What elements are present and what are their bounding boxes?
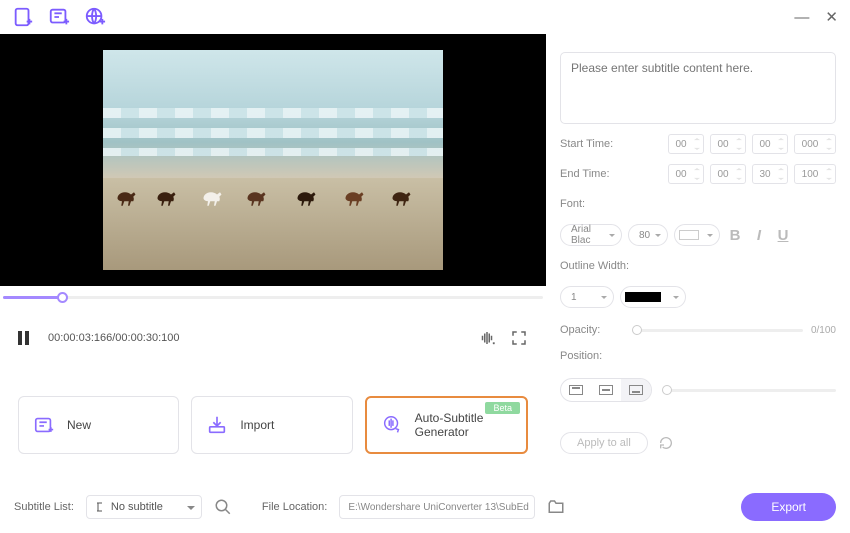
end-time-label: End Time: bbox=[560, 168, 624, 180]
font-size-select[interactable]: 80 bbox=[628, 224, 668, 246]
end-time-row: End Time: 00 00 30 100 bbox=[560, 164, 836, 184]
italic-button[interactable]: I bbox=[750, 226, 768, 244]
auto-subtitle-label: Auto-Subtitle Generator bbox=[415, 411, 512, 439]
file-location-label: File Location: bbox=[262, 501, 327, 513]
apply-row: Apply to all bbox=[560, 432, 836, 454]
start-ss[interactable]: 00 bbox=[752, 134, 788, 154]
close-button[interactable]: ✕ bbox=[825, 10, 838, 25]
timeline[interactable] bbox=[0, 286, 546, 322]
outline-label: Outline Width: bbox=[560, 260, 836, 272]
titlebar: — ✕ bbox=[0, 0, 850, 34]
font-color-select[interactable] bbox=[674, 224, 720, 246]
main: 00:00:03:166/00:00:30:100 New Import Bet… bbox=[0, 34, 850, 480]
auto-subtitle-icon bbox=[381, 414, 403, 436]
start-mm[interactable]: 00 bbox=[710, 134, 746, 154]
new-icon bbox=[33, 414, 55, 436]
player-controls: 00:00:03:166/00:00:30:100 bbox=[0, 322, 546, 354]
add-web-icon[interactable] bbox=[84, 6, 106, 28]
footer: Subtitle List: No subtitle File Location… bbox=[0, 481, 850, 533]
position-slider[interactable] bbox=[662, 389, 836, 392]
opacity-label: Opacity: bbox=[560, 324, 624, 336]
position-group bbox=[560, 378, 652, 402]
bold-button[interactable]: B bbox=[726, 226, 744, 244]
position-bottom[interactable] bbox=[621, 379, 651, 401]
pause-button[interactable] bbox=[18, 331, 32, 345]
new-card[interactable]: New bbox=[18, 396, 179, 454]
opacity-row: Opacity: 0/100 bbox=[560, 324, 836, 336]
fullscreen-icon[interactable] bbox=[510, 329, 528, 347]
file-location-value[interactable]: E:\Wondershare UniConverter 13\SubEd bbox=[339, 495, 535, 519]
import-label: Import bbox=[240, 418, 274, 432]
position-middle[interactable] bbox=[591, 379, 621, 401]
add-file-icon[interactable] bbox=[12, 6, 34, 28]
folder-icon[interactable] bbox=[547, 498, 565, 516]
search-icon[interactable] bbox=[214, 498, 232, 516]
subtitle-list-label: Subtitle List: bbox=[14, 501, 74, 513]
subtitle-input[interactable] bbox=[560, 52, 836, 124]
subtitle-list-value: No subtitle bbox=[111, 501, 163, 513]
action-cards: New Import Beta Auto-Subtitle Generator bbox=[0, 354, 546, 454]
time-display: 00:00:03:166/00:00:30:100 bbox=[48, 332, 180, 344]
outline-color-select[interactable] bbox=[620, 286, 686, 308]
subtitle-list-select[interactable]: No subtitle bbox=[86, 495, 202, 519]
waveform-icon[interactable] bbox=[478, 329, 496, 347]
apply-all-button[interactable]: Apply to all bbox=[560, 432, 648, 454]
end-hh[interactable]: 00 bbox=[668, 164, 704, 184]
font-row: Arial Blac 80 B I U bbox=[560, 224, 836, 246]
start-time-row: Start Time: 00 00 00 000 bbox=[560, 134, 836, 154]
end-mm[interactable]: 00 bbox=[710, 164, 746, 184]
outline-row: 1 bbox=[560, 286, 836, 308]
timeline-handle[interactable] bbox=[57, 292, 68, 303]
video-frame bbox=[103, 50, 443, 270]
video-preview[interactable] bbox=[0, 34, 546, 286]
position-top[interactable] bbox=[561, 379, 591, 401]
start-ms[interactable]: 000 bbox=[794, 134, 836, 154]
outline-width-select[interactable]: 1 bbox=[560, 286, 614, 308]
titlebar-tools bbox=[12, 6, 106, 28]
opacity-value: 0/100 bbox=[811, 325, 836, 336]
right-pane: Start Time: 00 00 00 000 End Time: 00 00… bbox=[546, 34, 850, 480]
start-time-label: Start Time: bbox=[560, 138, 624, 150]
window-controls: — ✕ bbox=[794, 10, 838, 25]
end-ss[interactable]: 30 bbox=[752, 164, 788, 184]
underline-button[interactable]: U bbox=[774, 226, 792, 244]
add-text-icon[interactable] bbox=[48, 6, 70, 28]
font-label: Font: bbox=[560, 198, 836, 210]
minimize-button[interactable]: — bbox=[794, 10, 809, 25]
timeline-progress bbox=[3, 296, 61, 299]
font-family-select[interactable]: Arial Blac bbox=[560, 224, 622, 246]
auto-subtitle-card[interactable]: Beta Auto-Subtitle Generator bbox=[365, 396, 528, 454]
end-ms[interactable]: 100 bbox=[794, 164, 836, 184]
left-pane: 00:00:03:166/00:00:30:100 New Import Bet… bbox=[0, 34, 546, 480]
position-handle[interactable] bbox=[662, 385, 672, 395]
beta-badge: Beta bbox=[485, 402, 520, 414]
import-icon bbox=[206, 414, 228, 436]
position-row bbox=[560, 378, 836, 402]
opacity-slider[interactable] bbox=[632, 329, 803, 332]
start-hh[interactable]: 00 bbox=[668, 134, 704, 154]
position-label: Position: bbox=[560, 350, 836, 362]
reset-icon[interactable] bbox=[658, 435, 674, 451]
export-button[interactable]: Export bbox=[741, 493, 836, 521]
opacity-handle[interactable] bbox=[632, 325, 642, 335]
new-label: New bbox=[67, 418, 91, 432]
import-card[interactable]: Import bbox=[191, 396, 352, 454]
